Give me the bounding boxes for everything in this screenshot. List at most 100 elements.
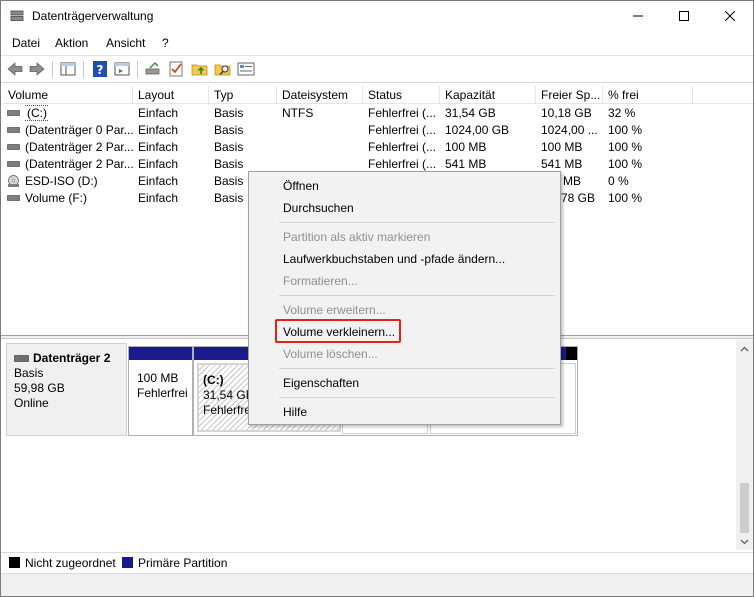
optical-disc-icon xyxy=(8,175,19,187)
toolbar-separator xyxy=(52,61,53,78)
window-title: Datenträgerverwaltung xyxy=(32,9,154,23)
menu-item-eigenschaften[interactable]: Eigenschaften xyxy=(283,374,359,392)
maximize-button[interactable] xyxy=(661,1,707,31)
disk-info-panel[interactable]: Datenträger 2 Basis 59,98 GB Online xyxy=(6,343,127,436)
layout-cell: Einfach xyxy=(138,140,179,154)
status-cell: Fehlerfrei (... xyxy=(368,106,437,120)
partition-block[interactable]: 100 MB Fehlerfrei xyxy=(128,346,193,436)
menu-separator xyxy=(279,222,555,223)
prozent-frei-cell: 100 % xyxy=(608,191,643,205)
chevron-up-icon xyxy=(740,346,749,351)
typ-cell: Basis xyxy=(214,157,244,171)
menu-item-volume-loeschen: Volume löschen... xyxy=(283,347,378,361)
menu-item-laufwerkbuchstaben-aendern[interactable]: Laufwerkbuchstaben und -pfade ändern... xyxy=(283,250,505,268)
menu-aktion[interactable]: Aktion xyxy=(55,36,88,50)
scroll-thumb[interactable] xyxy=(740,483,749,533)
drive-icon xyxy=(7,195,20,201)
menu-item-formatieren: Formatieren... xyxy=(283,274,358,288)
freier-speicher-cell: 1024,00 ... xyxy=(541,123,598,137)
column-header-kapazitaet[interactable]: Kapazität xyxy=(440,86,536,104)
status-cell: Fehlerfrei (... xyxy=(368,140,437,154)
menu-item-hilfe[interactable]: Hilfe xyxy=(283,403,307,421)
unallocated-swatch xyxy=(9,557,20,568)
column-header-layout[interactable]: Layout xyxy=(133,86,209,104)
disk-icon xyxy=(14,355,29,362)
context-menu: Öffnen Durchsuchen Partition als aktiv m… xyxy=(248,171,561,425)
column-header-typ[interactable]: Typ xyxy=(209,86,277,104)
properties-pane-icon[interactable] xyxy=(113,60,131,78)
menu-datei[interactable]: Datei xyxy=(12,36,40,50)
title-bar: Datenträgerverwaltung xyxy=(1,1,753,31)
menu-help[interactable]: ? xyxy=(162,36,169,50)
typ-cell: Basis xyxy=(214,106,244,120)
scroll-down-button[interactable] xyxy=(736,533,753,550)
column-header-prozent-frei[interactable]: % frei xyxy=(603,86,693,104)
volume-name: (Datenträger 2 Par... xyxy=(25,157,134,171)
menu-item-durchsuchen[interactable]: Durchsuchen xyxy=(283,199,354,217)
toolbar: ? xyxy=(1,55,753,83)
layout-cell: Einfach xyxy=(138,191,179,205)
prozent-frei-cell: 32 % xyxy=(608,106,636,120)
scroll-up-button[interactable] xyxy=(736,340,753,357)
dateisystem-cell: NTFS xyxy=(282,106,314,120)
typ-cell: Basis xyxy=(214,191,244,205)
column-header-dateisystem[interactable]: Dateisystem xyxy=(277,86,363,104)
maximize-icon xyxy=(679,11,689,21)
prozent-frei-cell: 100 % xyxy=(608,157,643,171)
volume-name: Volume (F:) xyxy=(25,191,88,205)
menu-ansicht[interactable]: Ansicht xyxy=(106,36,145,50)
show-hide-console-tree-icon[interactable] xyxy=(59,60,77,78)
typ-cell: Basis xyxy=(214,123,244,137)
freier-speicher-cell: 10,18 GB xyxy=(541,106,592,120)
table-row[interactable]: (Datenträger 0 Par... Einfach Basis Fehl… xyxy=(3,122,753,139)
disk-management-app-icon xyxy=(10,10,24,21)
forward-arrow-icon[interactable] xyxy=(28,60,46,78)
svg-text:?: ? xyxy=(97,63,104,77)
folder-up-icon[interactable] xyxy=(191,60,209,78)
toolbar-separator xyxy=(83,61,84,78)
table-row[interactable]: (Datenträger 2 Par... Einfach Basis Fehl… xyxy=(3,139,753,156)
highlight-box xyxy=(275,319,401,343)
volume-name: (Datenträger 0 Par... xyxy=(25,123,134,137)
menu-item-volume-erweitern: Volume erweitern... xyxy=(283,303,386,317)
prozent-frei-cell: 100 % xyxy=(608,123,643,137)
menu-separator xyxy=(279,295,555,296)
menu-separator xyxy=(279,368,555,369)
status-bar xyxy=(1,573,753,596)
kapazitaet-cell: 100 MB xyxy=(445,140,487,154)
drive-icon xyxy=(7,144,20,150)
partition-size: 100 MB xyxy=(137,371,179,385)
volume-name: (C:) xyxy=(25,105,49,121)
column-header-volume[interactable]: Volume xyxy=(3,86,133,104)
menu-item-oeffnen[interactable]: Öffnen xyxy=(283,177,319,195)
column-header-freier-speicher[interactable]: Freier Sp... xyxy=(536,86,603,104)
layout-cell: Einfach xyxy=(138,157,179,171)
disk-size: 59,98 GB xyxy=(14,381,65,395)
volume-list-header: Volume Layout Typ Dateisystem Status Kap… xyxy=(3,86,753,104)
drive-icon xyxy=(7,127,20,133)
prozent-frei-cell: 0 % xyxy=(608,174,629,188)
settings-window-icon[interactable] xyxy=(237,60,255,78)
primary-partition-swatch xyxy=(122,557,133,568)
disk-state: Online xyxy=(14,396,49,410)
layout-cell: Einfach xyxy=(138,174,179,188)
menu-bar: Datei Aktion Ansicht ? xyxy=(1,32,753,54)
minimize-button[interactable] xyxy=(615,1,661,31)
drive-icon xyxy=(7,110,20,116)
freier-speicher-cell: 78 GB xyxy=(561,191,596,205)
disk-pane-scrollbar[interactable] xyxy=(736,340,753,550)
prozent-frei-cell: 100 % xyxy=(608,140,643,154)
checklist-icon[interactable] xyxy=(167,60,185,78)
primary-partition-bar xyxy=(129,347,192,360)
folder-search-icon[interactable] xyxy=(214,60,232,78)
legend-unallocated: Nicht zugeordnet xyxy=(25,556,116,570)
toolbar-separator xyxy=(137,61,138,78)
layout-cell: Einfach xyxy=(138,123,179,137)
column-header-status[interactable]: Status xyxy=(363,86,440,104)
table-row[interactable]: (C:) Einfach Basis NTFS Fehlerfrei (... … xyxy=(3,105,753,122)
back-arrow-icon[interactable] xyxy=(6,60,24,78)
close-button[interactable] xyxy=(707,1,753,31)
help-icon[interactable]: ? xyxy=(91,60,109,78)
connect-drive-icon[interactable] xyxy=(144,60,162,78)
legend-primary-partition: Primäre Partition xyxy=(138,556,228,570)
